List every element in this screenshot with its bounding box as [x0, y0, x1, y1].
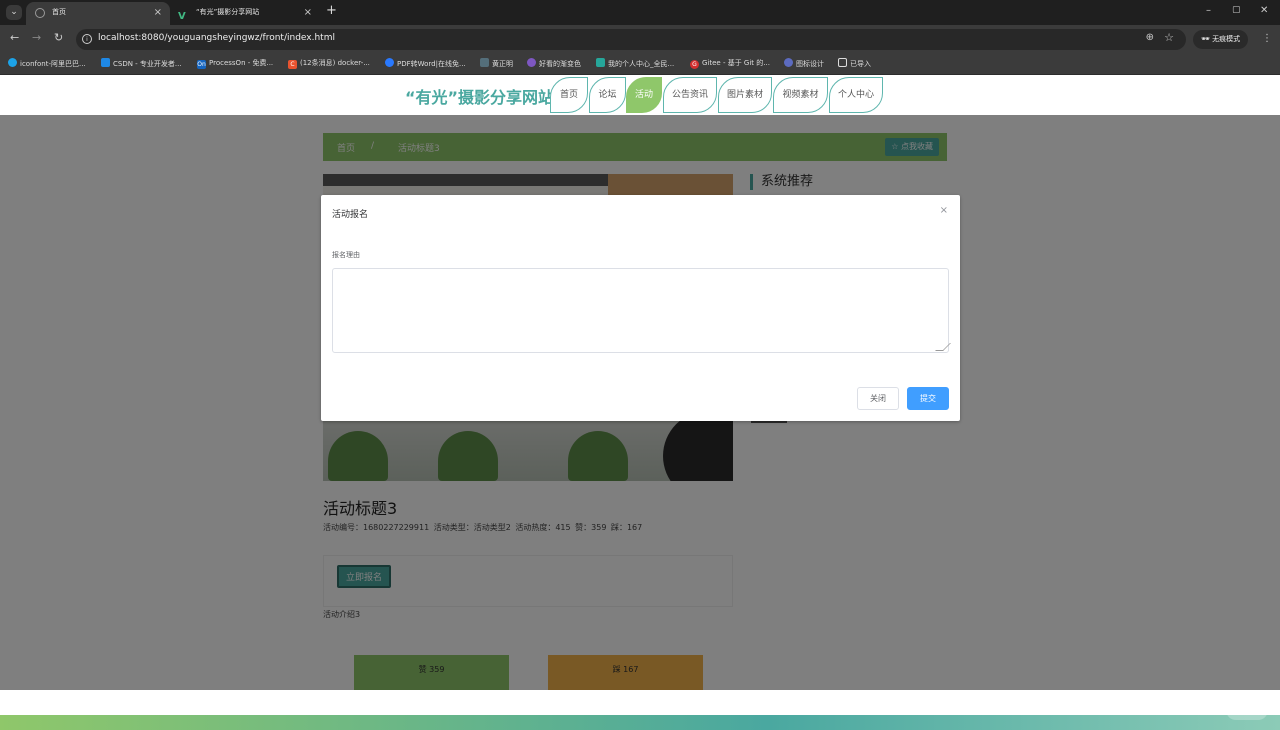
bookmark-item[interactable]: 好看的渐变色: [527, 58, 581, 69]
nav-forum[interactable]: 论坛: [589, 77, 626, 113]
menu-kebab-icon[interactable]: ⋮: [1262, 33, 1272, 44]
footer-strip: [0, 715, 1280, 730]
site-info-icon[interactable]: i: [82, 34, 92, 44]
bookmarks-bar: iconfont-阿里巴巴... CSDN - 专业开发者... On Proce…: [0, 53, 1280, 75]
bookmark-label: Gitee - 基于 Git 的...: [702, 59, 770, 67]
url-text[interactable]: localhost:8080/youguangsheyingwz/front/i…: [98, 33, 335, 43]
tab-title: “有光”摄影分享网站: [196, 8, 260, 16]
nav-announcements[interactable]: 公告资讯: [663, 77, 717, 113]
bookmark-label: 好看的渐变色: [539, 60, 581, 68]
bookmark-favicon-icon: [101, 58, 110, 67]
browser-tab-home[interactable]: 首页 ×: [26, 2, 170, 25]
bookmark-favicon-icon: On: [197, 60, 206, 69]
site-header: “有光”摄影分享网站 首页 论坛 活动 公告资讯 图片素材 视频素材 个人中心: [0, 75, 1280, 115]
forward-icon[interactable]: →: [32, 31, 41, 44]
bookmark-label: 黄正明: [492, 60, 513, 68]
bookmark-item[interactable]: CSDN - 专业开发者...: [101, 58, 182, 69]
tab-search-button[interactable]: ⌄: [6, 5, 22, 20]
minimize-button[interactable]: –: [1206, 5, 1211, 16]
dialog-title: 活动报名: [332, 210, 369, 220]
incognito-icon: 🕶: [1201, 35, 1213, 43]
back-icon[interactable]: ←: [10, 31, 19, 44]
bookmark-label: 图标设计: [796, 60, 824, 68]
nav-activity[interactable]: 活动: [626, 77, 662, 113]
reload-icon[interactable]: ↻: [54, 31, 63, 44]
bookmark-label: PDF转Word|在线免...: [397, 60, 466, 68]
url-bar[interactable]: i localhost:8080/youguangsheyingwz/front…: [76, 29, 1186, 50]
signup-dialog: 活动报名 × 报名理由 关闭 提交: [321, 195, 960, 421]
submit-button[interactable]: 提交: [907, 387, 949, 410]
bookmark-label: CSDN - 专业开发者...: [113, 60, 182, 68]
bookmark-favicon-icon: [596, 58, 605, 67]
bookmark-favicon-icon: [385, 58, 394, 67]
bookmark-favicon-icon: G: [690, 60, 699, 69]
bookmark-favicon-icon: [480, 58, 489, 67]
incognito-badge[interactable]: 🕶 无痕模式: [1193, 30, 1249, 49]
bookmark-item[interactable]: On ProcessOn - 免费...: [197, 58, 273, 69]
bookmark-item[interactable]: C (12条消息) docker-...: [288, 58, 370, 69]
bookmark-item[interactable]: G Gitee - 基于 Git 的...: [690, 58, 770, 69]
bookmark-label: ProcessOn - 免费...: [209, 59, 274, 67]
bookmark-item[interactable]: 我的个人中心_全民...: [596, 58, 674, 69]
tab-title: 首页: [52, 8, 66, 16]
browser-tab-bar: ⌄ 首页 × V “有光”摄影分享网站 × + – ▢ ✕: [0, 0, 1280, 25]
bookmark-favicon-icon: [527, 58, 536, 67]
browser-tab-site[interactable]: V “有光”摄影分享网站 ×: [170, 2, 320, 25]
bookmark-label: (12条消息) docker-...: [300, 59, 370, 67]
reason-textarea[interactable]: [332, 268, 949, 353]
bookmark-item[interactable]: 图标设计: [784, 58, 824, 69]
address-toolbar: ← → ↻ i localhost:8080/youguangsheyingwz…: [0, 25, 1280, 53]
nav-home[interactable]: 首页: [550, 77, 588, 113]
bookmark-label: iconfont-阿里巴巴...: [20, 60, 86, 68]
bookmark-label: 已导入: [850, 60, 871, 68]
watermark: 小红书: [1226, 700, 1268, 720]
reason-label: 报名理由: [332, 251, 360, 259]
globe-icon: [35, 8, 45, 18]
restore-button[interactable]: ▢: [1232, 5, 1241, 15]
bookmark-favicon-icon: [8, 58, 17, 67]
bookmark-item[interactable]: iconfont-阿里巴巴...: [8, 58, 86, 69]
bookmark-favicon-icon: C: [288, 60, 297, 69]
bookmark-label: 我的个人中心_全民...: [608, 60, 675, 68]
vue-logo-icon: V: [178, 11, 186, 22]
bookmark-folder[interactable]: 已导入: [838, 58, 871, 69]
nav-video-assets[interactable]: 视频素材: [773, 77, 828, 113]
nav-personal-center[interactable]: 个人中心: [829, 77, 883, 113]
incognito-label: 无痕模式: [1212, 35, 1241, 43]
close-tab-icon[interactable]: ×: [304, 2, 312, 23]
close-tab-icon[interactable]: ×: [154, 2, 162, 23]
close-icon[interactable]: ×: [940, 205, 948, 216]
bookmark-item[interactable]: 黄正明: [480, 58, 513, 69]
site-logo[interactable]: “有光”摄影分享网站: [405, 84, 554, 108]
new-tab-button[interactable]: +: [326, 3, 337, 18]
close-button[interactable]: 关闭: [857, 387, 899, 410]
bookmark-item[interactable]: PDF转Word|在线免...: [385, 58, 466, 69]
bookmark-favicon-icon: [784, 58, 793, 67]
close-window-button[interactable]: ✕: [1260, 5, 1268, 16]
nav-image-assets[interactable]: 图片素材: [718, 77, 772, 113]
zoom-icon[interactable]: ⊕: [1146, 32, 1154, 43]
bookmark-star-icon[interactable]: ☆: [1164, 31, 1174, 44]
folder-icon: [838, 58, 847, 67]
